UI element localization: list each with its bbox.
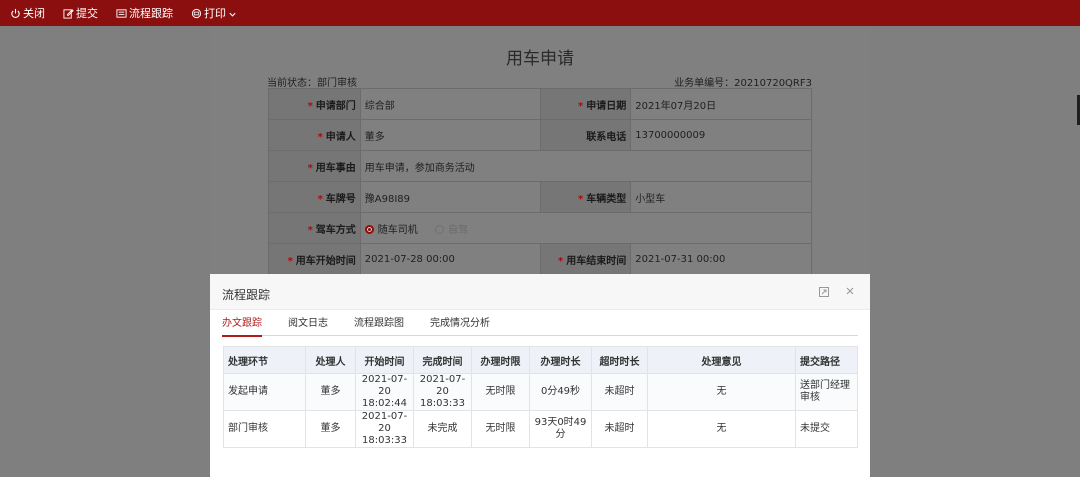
list-icon bbox=[116, 8, 127, 19]
table-cell: 董多 bbox=[305, 410, 356, 448]
close-label: 关闭 bbox=[23, 7, 45, 20]
tab-completion-analysis[interactable]: 完成情况分析 bbox=[430, 317, 490, 336]
applicant-field[interactable]: 董多 bbox=[359, 119, 542, 151]
submit-label: 提交 bbox=[76, 7, 98, 20]
drive-mode-options: 随车司机 自驾 bbox=[359, 212, 813, 244]
table-cell: 发起申请 bbox=[223, 373, 306, 411]
applicant-label: * 申请人 bbox=[268, 119, 361, 151]
plate-field[interactable]: 豫A98I89 bbox=[359, 181, 542, 213]
driver-radio-label: 随车司机 bbox=[377, 224, 418, 236]
table-header-row: 处理环节 处理人 开始时间 完成时间 办理时限 办理时长 超时时长 处理意见 提… bbox=[223, 346, 858, 374]
table-cell: 2021-07-20 18:03:33 bbox=[413, 373, 472, 411]
print-icon bbox=[191, 8, 202, 19]
table-cell: 无 bbox=[647, 410, 796, 448]
top-toolbar: 关闭 提交 流程跟踪 打印 bbox=[0, 0, 1080, 26]
table-cell: 0分49秒 bbox=[529, 373, 592, 411]
process-trace-dialog: 流程跟踪 办文跟踪 阅文日志 流程跟踪图 完成情况分析 处理环节 处理人 开始时… bbox=[210, 274, 870, 477]
col-header: 处理意见 bbox=[647, 346, 796, 374]
table-cell: 无时限 bbox=[471, 410, 530, 448]
table-cell: 2021-07-20 18:02:44 bbox=[355, 373, 414, 411]
document-number: 业务单编号：20210720QRF3 bbox=[674, 78, 812, 89]
table-row[interactable]: 发起申请 董多 2021-07-20 18:02:44 2021-07-20 1… bbox=[223, 373, 858, 411]
table-cell: 董多 bbox=[305, 373, 356, 411]
chevron-down-icon bbox=[228, 9, 237, 18]
self-drive-radio-label: 自驾 bbox=[447, 224, 468, 236]
table-cell: 未超时 bbox=[591, 410, 648, 448]
drive-mode-label: * 驾车方式 bbox=[268, 212, 361, 244]
dept-label: * 申请部门 bbox=[268, 88, 361, 120]
date-label: * 申请日期 bbox=[540, 88, 632, 120]
col-header: 办理时限 bbox=[471, 346, 530, 374]
print-label: 打印 bbox=[204, 7, 226, 20]
close-icon[interactable] bbox=[844, 285, 856, 297]
tab-flow-chart[interactable]: 流程跟踪图 bbox=[354, 317, 404, 336]
col-header: 提交路径 bbox=[795, 346, 858, 374]
form-title: 用车申请 bbox=[506, 49, 574, 69]
power-icon bbox=[10, 8, 21, 19]
close-button[interactable]: 关闭 bbox=[10, 5, 45, 21]
col-header: 处理人 bbox=[305, 346, 356, 374]
dialog-tabs: 办文跟踪 阅文日志 流程跟踪图 完成情况分析 bbox=[222, 317, 858, 337]
trace-label: 流程跟踪 bbox=[129, 7, 173, 20]
end-time-field[interactable]: 2021-07-31 00:00 bbox=[630, 243, 812, 275]
table-cell: 无 bbox=[647, 373, 796, 411]
dialog-title: 流程跟踪 bbox=[222, 288, 271, 302]
trace-button[interactable]: 流程跟踪 bbox=[116, 5, 173, 21]
current-status: 当前状态：部门审核 bbox=[267, 78, 357, 89]
col-header: 处理环节 bbox=[223, 346, 306, 374]
reason-label: * 用车事由 bbox=[268, 150, 361, 182]
reason-field[interactable]: 用车申请，参加商务活动 bbox=[359, 150, 813, 182]
col-header: 开始时间 bbox=[355, 346, 414, 374]
table-cell: 无时限 bbox=[471, 373, 530, 411]
dialog-header: 流程跟踪 bbox=[210, 274, 870, 310]
table-row[interactable]: 部门审核 董多 2021-07-20 18:03:33 未完成 无时限 93天0… bbox=[223, 410, 858, 448]
tab-handling-trace[interactable]: 办文跟踪 bbox=[222, 317, 262, 337]
trace-table: 处理环节 处理人 开始时间 完成时间 办理时限 办理时长 超时时长 处理意见 提… bbox=[223, 346, 858, 448]
maximize-icon[interactable] bbox=[818, 286, 830, 298]
table-cell: 未超时 bbox=[591, 373, 648, 411]
self-drive-radio[interactable] bbox=[434, 224, 444, 234]
phone-field[interactable]: 13700000009 bbox=[630, 119, 812, 151]
start-time-label: * 用车开始时间 bbox=[268, 243, 361, 275]
table-cell: 未完成 bbox=[413, 410, 472, 448]
driver-radio[interactable] bbox=[364, 224, 374, 234]
print-button[interactable]: 打印 bbox=[191, 5, 237, 21]
table-cell: 2021-07-20 18:03:33 bbox=[355, 410, 414, 448]
dept-field[interactable]: 综合部 bbox=[359, 88, 542, 120]
plate-label: * 车牌号 bbox=[268, 181, 361, 213]
col-header: 完成时间 bbox=[413, 346, 472, 374]
submit-button[interactable]: 提交 bbox=[63, 5, 98, 21]
date-field[interactable]: 2021年07月20日 bbox=[630, 88, 812, 120]
table-cell: 送部门经理审核 bbox=[795, 373, 858, 411]
vehicle-type-label: * 车辆类型 bbox=[540, 181, 632, 213]
col-header: 办理时长 bbox=[529, 346, 592, 374]
vehicle-type-field[interactable]: 小型车 bbox=[630, 181, 812, 213]
end-time-label: * 用车结束时间 bbox=[540, 243, 632, 275]
request-form-table: * 申请部门 综合部 * 申请日期 2021年07月20日 * 申请人 董多 联系电话… bbox=[268, 88, 813, 275]
phone-label: 联系电话 bbox=[540, 119, 632, 151]
col-header: 超时时长 bbox=[591, 346, 648, 374]
table-cell: 93天0时49分 bbox=[529, 410, 592, 448]
tab-reading-log[interactable]: 阅文日志 bbox=[288, 317, 328, 336]
table-cell: 未提交 bbox=[795, 410, 858, 448]
table-cell: 部门审核 bbox=[223, 410, 306, 448]
start-time-field[interactable]: 2021-07-28 00:00 bbox=[359, 243, 542, 275]
edit-icon bbox=[63, 8, 74, 19]
